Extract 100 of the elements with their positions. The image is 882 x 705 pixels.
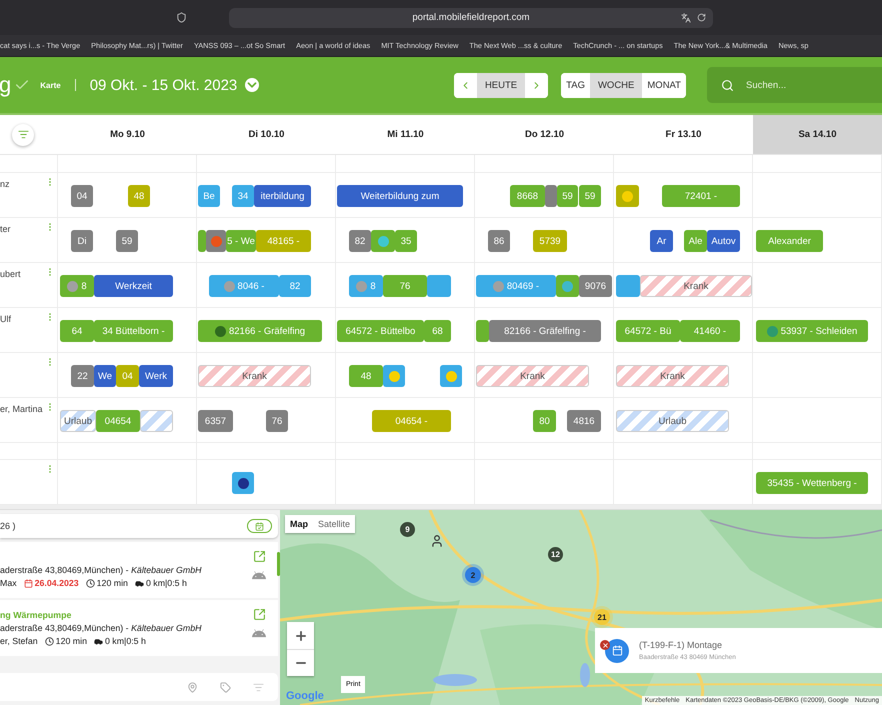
- appointment-bar[interactable]: 82166 - Gräfelfing -: [489, 320, 601, 342]
- duration: 120 min: [96, 578, 128, 588]
- appointment-bar[interactable]: [232, 472, 254, 494]
- absence-bar[interactable]: Krank: [616, 365, 729, 387]
- calendar-check-button[interactable]: [247, 519, 272, 533]
- appointment-bar[interactable]: 53937 - Schleiden: [756, 320, 868, 342]
- appointment-bar[interactable]: 64572 - Büttelbo: [337, 320, 424, 342]
- absence-bar[interactable]: Krank: [198, 365, 311, 387]
- appointment-bar[interactable]: We: [94, 365, 116, 387]
- appointment-bar[interactable]: Werkzeit: [94, 275, 173, 297]
- appointment-bar[interactable]: 59: [116, 230, 138, 252]
- job-item[interactable]: aderstraße 43,80469,München) - Kältebauer GmbH Max 26.04.2023 120 min 0 km|0:5 h: [0, 542, 278, 598]
- appointment-bar[interactable]: 82: [349, 230, 371, 252]
- address-bar[interactable]: portal.mobilefieldreport.com: [229, 8, 713, 28]
- appointment-bar[interactable]: 68: [424, 320, 451, 342]
- map-pin-icon[interactable]: [187, 682, 198, 692]
- shield-icon: [176, 12, 187, 23]
- appointment-bar[interactable]: 35: [395, 230, 417, 252]
- appointment-bar[interactable]: 59: [557, 185, 578, 207]
- external-link-icon[interactable]: [252, 550, 266, 563]
- appointment-label: Krank: [520, 370, 545, 382]
- appointment-bar[interactable]: Be: [198, 185, 220, 207]
- dropdown-icon[interactable]: [245, 78, 260, 92]
- appointment-bar[interactable]: 76: [383, 275, 427, 297]
- appointment-bar[interactable]: 34: [232, 185, 254, 207]
- appointment-bar[interactable]: 8668: [510, 185, 545, 207]
- appointment-bar[interactable]: 9076: [579, 275, 612, 297]
- zoom-in-button[interactable]: [287, 622, 314, 649]
- appointment-bar[interactable]: 82: [279, 275, 311, 297]
- appointment-bar[interactable]: iterbildung: [254, 185, 311, 207]
- employee-name: nz: [0, 179, 10, 189]
- appointment-bar[interactable]: 22: [71, 365, 94, 387]
- appointment-label: Krank: [684, 280, 708, 292]
- appointment-bar[interactable]: 8: [60, 275, 94, 297]
- appointment-bar[interactable]: 04654: [96, 410, 140, 432]
- appointment-bar[interactable]: 34 Büttelborn -: [94, 320, 173, 342]
- reload-icon[interactable]: [697, 13, 706, 22]
- appointment-bar[interactable]: 04: [71, 185, 93, 207]
- appointment-bar[interactable]: 48165 -: [256, 230, 311, 252]
- appointment-label: Urlaub: [658, 416, 686, 426]
- appointment-bar[interactable]: 80: [533, 410, 556, 432]
- map-link[interactable]: Karte: [40, 80, 61, 90]
- appointment-bar[interactable]: 48: [349, 365, 383, 387]
- appointment-bar[interactable]: 59: [579, 185, 601, 207]
- appointment-bar[interactable]: 64572 - Bü: [616, 320, 680, 342]
- filter-field[interactable]: [0, 673, 278, 701]
- appointment-bar[interactable]: 64: [60, 320, 94, 342]
- external-link-icon[interactable]: [252, 608, 266, 621]
- resize-handle[interactable]: [0, 505, 882, 510]
- absence-bar[interactable]: Urlaub: [616, 410, 729, 432]
- appointment-bar[interactable]: 86: [488, 230, 510, 252]
- absence-bar[interactable]: [140, 410, 173, 432]
- appointment-bar[interactable]: [545, 185, 557, 207]
- appointment-bar[interactable]: 04654 -: [372, 410, 451, 432]
- filter-button[interactable]: [12, 124, 34, 146]
- person-icon[interactable]: [430, 534, 444, 548]
- appointment-bar[interactable]: Weiterbildung zum: [337, 185, 463, 207]
- today-button[interactable]: HEUTE: [476, 72, 526, 98]
- job-item[interactable]: ng Wärmepumpe aderstraße 43,80469,München) - Kältebauer GmbH er, Stefan 120 min 0 km|0:5 h: [0, 600, 278, 656]
- day-label: Di 10.10: [248, 129, 284, 140]
- appointment-bar[interactable]: 80469 -: [476, 275, 556, 297]
- map-type-tab[interactable]: Map: [285, 515, 313, 533]
- translate-icon[interactable]: [681, 12, 691, 22]
- search-input[interactable]: Suchen...: [744, 78, 854, 92]
- appointment-label: Di: [78, 236, 86, 246]
- url-text: portal.mobilefieldreport.com: [412, 12, 530, 23]
- appointment-bar[interactable]: 48: [128, 185, 150, 207]
- appointment-bar[interactable]: 76: [266, 410, 288, 432]
- absence-bar[interactable]: Krank: [476, 365, 589, 387]
- appointment-bar[interactable]: 8046 -: [209, 275, 279, 297]
- appointment-bar[interactable]: Autov: [707, 230, 740, 252]
- employee-name: er, Martina: [0, 404, 43, 414]
- appointment-bar[interactable]: 5739: [533, 230, 567, 252]
- close-button[interactable]: [600, 640, 610, 650]
- appointment-bar[interactable]: 04: [116, 365, 139, 387]
- appointment-bar[interactable]: Ale: [684, 230, 707, 252]
- appointment-bar[interactable]: Werk: [139, 365, 173, 387]
- appointment-bar[interactable]: 82166 - Gräfelfing: [198, 320, 322, 342]
- map-type-tab[interactable]: Satellite: [313, 515, 356, 533]
- duration: 120 min: [56, 636, 87, 646]
- absence-bar[interactable]: Krank: [640, 275, 752, 297]
- zoom-out-button[interactable]: [287, 649, 314, 676]
- appointment-bar[interactable]: 41460 -: [680, 320, 740, 342]
- appointment-bar[interactable]: 72401 -: [662, 185, 740, 207]
- appointment-bar[interactable]: 8: [349, 275, 383, 297]
- appointment-bar[interactable]: 35435 - Wettenberg -: [756, 472, 868, 494]
- appointment-bar[interactable]: [198, 230, 206, 252]
- appointment-bar[interactable]: Di: [71, 230, 93, 252]
- appointment-label: 68: [432, 326, 443, 336]
- tag-icon[interactable]: [220, 682, 231, 692]
- appointment-bar[interactable]: 6357: [198, 410, 233, 432]
- appointment-bar[interactable]: Alexander: [756, 230, 823, 252]
- scrollbar[interactable]: [277, 552, 280, 576]
- assignee-name: Max: [0, 578, 17, 588]
- view-tab[interactable]: WOCHE: [590, 72, 642, 98]
- absence-bar[interactable]: Urlaub: [60, 410, 96, 432]
- appointment-bar[interactable]: Ar: [650, 230, 673, 252]
- appointment-bar[interactable]: 4816: [567, 410, 601, 432]
- filter-icon[interactable]: [253, 682, 264, 692]
- appointment-bar[interactable]: 5 - We: [226, 230, 256, 252]
